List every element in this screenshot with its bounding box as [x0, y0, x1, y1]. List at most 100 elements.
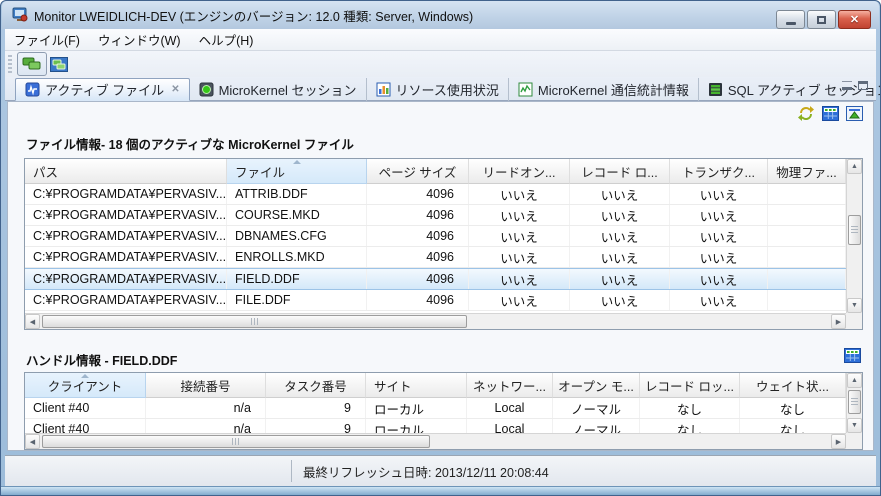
menu-file[interactable]: ファイル(F): [5, 28, 89, 51]
cell-client: Client #40: [25, 419, 146, 433]
cell-readonly: いいえ: [469, 290, 570, 310]
file-table-hscrollbar[interactable]: ◀ ▶: [25, 313, 846, 329]
cell-connection: n/a: [146, 398, 266, 418]
column-header-connection[interactable]: 接続番号: [146, 373, 266, 398]
column-header-record-lock[interactable]: レコード ロ...: [570, 159, 670, 184]
app-icon: [12, 7, 28, 23]
column-header-task[interactable]: タスク番号: [266, 373, 366, 398]
scroll-corner: [846, 313, 862, 329]
comm-stats-icon: [518, 82, 533, 97]
status-bar: 最終リフレッシュ日時: 2013/12/11 20:08:44: [5, 455, 876, 486]
scroll-corner: [846, 433, 862, 449]
tab-label: MicroKernel 通信統計情報: [538, 80, 689, 99]
connect-button[interactable]: [17, 52, 47, 76]
toolbar-grip: [8, 55, 12, 73]
menu-help[interactable]: ヘルプ(H): [190, 28, 263, 51]
column-header-page-size[interactable]: ページ サイズ: [367, 159, 469, 184]
cell-transaction: いいえ: [670, 269, 768, 289]
file-table-vscrollbar[interactable]: ▲ ▼: [846, 159, 862, 313]
cell-network: Local: [467, 419, 553, 433]
column-header-site[interactable]: サイト: [366, 373, 467, 398]
cell-path: C:¥PROGRAMDATA¥PERVASIV...: [25, 184, 227, 204]
cell-file: ENROLLS.MKD: [227, 247, 367, 267]
cell-record-lock: いいえ: [570, 290, 670, 310]
cell-task: 9: [266, 398, 366, 418]
table-row[interactable]: C:¥PROGRAMDATA¥PERVASIV... ENROLLS.MKD 4…: [25, 247, 846, 268]
column-header-transaction[interactable]: トランザク...: [670, 159, 768, 184]
show-columns-icon[interactable]: [822, 106, 839, 121]
column-header-physical-file[interactable]: 物理ファ...: [768, 159, 846, 184]
scroll-right-icon[interactable]: ▶: [831, 314, 846, 329]
column-header-client[interactable]: クライアント: [25, 373, 146, 398]
cell-record-lock: なし: [640, 419, 740, 433]
cell-readonly: いいえ: [469, 205, 570, 225]
cell-transaction: いいえ: [670, 226, 768, 246]
hscroll-thumb[interactable]: [42, 435, 430, 448]
scroll-left-icon[interactable]: ◀: [25, 434, 40, 449]
refresh-icon[interactable]: [797, 105, 815, 122]
sql-sessions-icon: [708, 82, 723, 97]
column-header-open-mode[interactable]: オープン モ...: [553, 373, 640, 398]
cell-readonly: いいえ: [469, 247, 570, 267]
vscroll-thumb[interactable]: [848, 215, 861, 245]
tab-label: アクティブ ファイル: [45, 80, 164, 99]
column-header-file[interactable]: ファイル: [227, 159, 367, 184]
cell-client: Client #40: [25, 398, 146, 418]
table-row[interactable]: C:¥PROGRAMDATA¥PERVASIV... COURSE.MKD 40…: [25, 205, 846, 226]
table-row[interactable]: Client #40 n/a 9 ローカル Local ノーマル なし なし: [25, 419, 846, 433]
cell-file: ATTRIB.DDF: [227, 184, 367, 204]
cell-transaction: いいえ: [670, 184, 768, 204]
cell-page-size: 4096: [367, 226, 469, 246]
cell-file: FILE.DDF: [227, 290, 367, 310]
main-toolbar: [5, 51, 876, 77]
column-header-record-lock[interactable]: レコード ロッ...: [640, 373, 740, 398]
scroll-up-icon[interactable]: ▲: [847, 373, 862, 388]
table-row-selected[interactable]: C:¥PROGRAMDATA¥PERVASIV... FIELD.DDF 409…: [25, 268, 846, 290]
handle-table-hscrollbar[interactable]: ◀ ▶: [25, 433, 846, 449]
scroll-up-icon[interactable]: ▲: [847, 159, 862, 174]
scroll-right-icon[interactable]: ▶: [831, 434, 846, 449]
cell-site: ローカル: [366, 419, 467, 433]
tab-close-icon[interactable]: ✕: [171, 84, 179, 95]
table-row[interactable]: C:¥PROGRAMDATA¥PERVASIV... ATTRIB.DDF 40…: [25, 184, 846, 205]
cell-transaction: いいえ: [670, 290, 768, 310]
tab-active-files[interactable]: アクティブ ファイル ✕: [15, 78, 190, 101]
column-header-readonly[interactable]: リードオン...: [469, 159, 570, 184]
close-icon: ✕: [850, 13, 859, 26]
table-row[interactable]: Client #40 n/a 9 ローカル Local ノーマル なし なし: [25, 398, 846, 419]
column-header-wait-state[interactable]: ウェイト状...: [740, 373, 846, 398]
scroll-down-icon[interactable]: ▼: [847, 418, 862, 433]
close-button[interactable]: ✕: [838, 10, 871, 29]
tab-label: MicroKernel セッション: [219, 80, 357, 99]
handle-panel-title: ハンドル情報 - FIELD.DDF: [26, 350, 177, 369]
connect-new-button[interactable]: [47, 52, 71, 76]
table-row[interactable]: C:¥PROGRAMDATA¥PERVASIV... DBNAMES.CFG 4…: [25, 226, 846, 247]
tab-comm-stats[interactable]: MicroKernel 通信統計情報: [509, 78, 699, 101]
minimize-button[interactable]: [776, 10, 805, 29]
cell-record-lock: いいえ: [570, 226, 670, 246]
vscroll-thumb[interactable]: [848, 390, 861, 414]
table-row[interactable]: C:¥PROGRAMDATA¥PERVASIV... FILE.DDF 4096…: [25, 290, 846, 311]
hscroll-thumb[interactable]: [42, 315, 467, 328]
view-minimize-icon[interactable]: [842, 81, 852, 90]
column-header-network[interactable]: ネットワー...: [467, 373, 553, 398]
cell-physical: [768, 247, 846, 267]
column-header-path[interactable]: パス: [25, 159, 227, 184]
title-bar: Monitor LWEIDLICH-DEV (エンジンのバージョン: 12.0 …: [2, 1, 879, 29]
collapse-panel-icon[interactable]: [846, 106, 863, 121]
status-separator: [291, 460, 292, 482]
handle-columns-icon[interactable]: [844, 348, 861, 363]
handle-table-vscrollbar[interactable]: ▲ ▼: [846, 373, 862, 433]
tab-resource-usage[interactable]: リソース使用状況: [367, 78, 509, 101]
handle-table-header: クライアント 接続番号 タスク番号 サイト ネットワー... オープン モ...…: [25, 373, 846, 398]
scroll-left-icon[interactable]: ◀: [25, 314, 40, 329]
window-title: Monitor LWEIDLICH-DEV (エンジンのバージョン: 12.0 …: [34, 6, 473, 25]
tab-microkernel-sessions[interactable]: MicroKernel セッション: [190, 78, 367, 101]
window-bottom-border: [1, 486, 880, 495]
menu-window[interactable]: ウィンドウ(W): [89, 28, 190, 51]
restore-button[interactable]: [807, 10, 836, 29]
scroll-down-icon[interactable]: ▼: [847, 298, 862, 313]
menu-bar: ファイル(F) ウィンドウ(W) ヘルプ(H): [5, 29, 876, 51]
cell-network: Local: [467, 398, 553, 418]
view-maximize-icon[interactable]: [858, 81, 868, 90]
